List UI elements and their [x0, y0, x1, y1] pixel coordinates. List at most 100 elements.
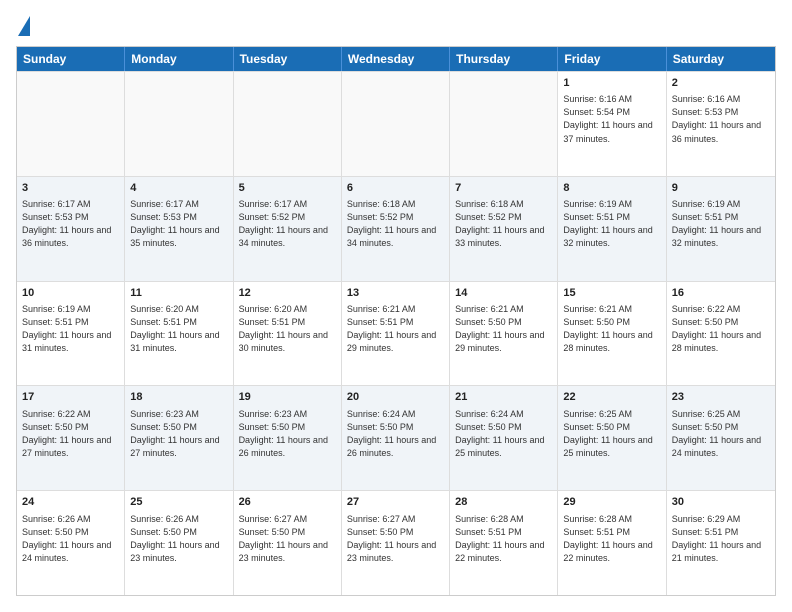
calendar-cell: 22 Sunrise: 6:25 AMSunset: 5:50 PMDayligh… [558, 386, 666, 490]
cell-sun-info: Sunrise: 6:26 AMSunset: 5:50 PMDaylight:… [130, 513, 227, 565]
calendar-cell [17, 72, 125, 176]
calendar-header: Sunday Monday Tuesday Wednesday Thursday… [17, 47, 775, 71]
calendar-cell: 29 Sunrise: 6:28 AMSunset: 5:51 PMDayligh… [558, 491, 666, 595]
calendar-row: 3Sunrise: 6:17 AMSunset: 5:53 PMDaylight… [17, 176, 775, 281]
cell-sun-info: Sunrise: 6:21 AMSunset: 5:50 PMDaylight:… [455, 303, 552, 355]
cell-sun-info: Sunrise: 6:24 AMSunset: 5:50 PMDaylight:… [347, 408, 444, 460]
day-number: 22 [563, 390, 660, 405]
cell-sun-info: Sunrise: 6:25 AMSunset: 5:50 PMDaylight:… [563, 408, 660, 460]
calendar-cell: 11Sunrise: 6:20 AMSunset: 5:51 PMDayligh… [125, 282, 233, 386]
day-number: 19 [239, 390, 336, 405]
calendar-cell: 16Sunrise: 6:22 AMSunset: 5:50 PMDayligh… [667, 282, 775, 386]
calendar-cell [234, 72, 342, 176]
calendar-cell: 10 Sunrise: 6:19 AMSunset: 5:51 PMDayligh… [17, 282, 125, 386]
calendar-row: 24 Sunrise: 6:26 AMSunset: 5:50 PMDayligh… [17, 490, 775, 595]
cell-sun-info: Sunrise: 6:27 AMSunset: 5:50 PMDaylight:… [347, 513, 444, 565]
day-number: 4 [130, 181, 227, 196]
calendar-cell: 20 Sunrise: 6:24 AMSunset: 5:50 PMDayligh… [342, 386, 450, 490]
day-number: 16 [672, 286, 770, 301]
day-number: 10 [22, 286, 119, 301]
header-tuesday: Tuesday [234, 47, 342, 71]
header-monday: Monday [125, 47, 233, 71]
day-number: 12 [239, 286, 336, 301]
day-number: 13 [347, 286, 444, 301]
calendar-cell: 28Sunrise: 6:28 AMSunset: 5:51 PMDayligh… [450, 491, 558, 595]
cell-sun-info: Sunrise: 6:25 AMSunset: 5:50 PMDaylight:… [672, 408, 770, 460]
logo-triangle-icon [18, 16, 30, 36]
header-thursday: Thursday [450, 47, 558, 71]
calendar-cell: 12 Sunrise: 6:20 AMSunset: 5:51 PMDayligh… [234, 282, 342, 386]
cell-sun-info: Sunrise: 6:18 AMSunset: 5:52 PMDaylight:… [455, 198, 552, 250]
cell-sun-info: Sunrise: 6:28 AMSunset: 5:51 PMDaylight:… [563, 513, 660, 565]
cell-sun-info: Sunrise: 6:26 AMSunset: 5:50 PMDaylight:… [22, 513, 119, 565]
cell-sun-info: Sunrise: 6:19 AMSunset: 5:51 PMDaylight:… [563, 198, 660, 250]
cell-sun-info: Sunrise: 6:16 AMSunset: 5:54 PMDaylight:… [563, 93, 660, 145]
header [16, 16, 776, 36]
day-number: 5 [239, 181, 336, 196]
cell-sun-info: Sunrise: 6:29 AMSunset: 5:51 PMDaylight:… [672, 513, 770, 565]
calendar-cell: 17 Sunrise: 6:22 AMSunset: 5:50 PMDayligh… [17, 386, 125, 490]
calendar-cell: 21 Sunrise: 6:24 AMSunset: 5:50 PMDayligh… [450, 386, 558, 490]
day-number: 15 [563, 286, 660, 301]
day-number: 17 [22, 390, 119, 405]
day-number: 30 [672, 495, 770, 510]
day-number: 21 [455, 390, 552, 405]
day-number: 7 [455, 181, 552, 196]
calendar-cell: 8 Sunrise: 6:19 AMSunset: 5:51 PMDaylight… [558, 177, 666, 281]
page: Sunday Monday Tuesday Wednesday Thursday… [0, 0, 792, 612]
calendar-row: 17 Sunrise: 6:22 AMSunset: 5:50 PMDayligh… [17, 385, 775, 490]
cell-sun-info: Sunrise: 6:16 AMSunset: 5:53 PMDaylight:… [672, 93, 770, 145]
calendar: Sunday Monday Tuesday Wednesday Thursday… [16, 46, 776, 596]
header-wednesday: Wednesday [342, 47, 450, 71]
calendar-cell: 9Sunrise: 6:19 AMSunset: 5:51 PMDaylight… [667, 177, 775, 281]
calendar-row: 10 Sunrise: 6:19 AMSunset: 5:51 PMDayligh… [17, 281, 775, 386]
calendar-cell: 19 Sunrise: 6:23 AMSunset: 5:50 PMDayligh… [234, 386, 342, 490]
day-number: 11 [130, 286, 227, 301]
calendar-row: 1 Sunrise: 6:16 AMSunset: 5:54 PMDaylight… [17, 71, 775, 176]
logo [16, 16, 30, 36]
cell-sun-info: Sunrise: 6:28 AMSunset: 5:51 PMDaylight:… [455, 513, 552, 565]
day-number: 9 [672, 181, 770, 196]
cell-sun-info: Sunrise: 6:24 AMSunset: 5:50 PMDaylight:… [455, 408, 552, 460]
calendar-cell: 26 Sunrise: 6:27 AMSunset: 5:50 PMDayligh… [234, 491, 342, 595]
cell-sun-info: Sunrise: 6:23 AMSunset: 5:50 PMDaylight:… [239, 408, 336, 460]
day-number: 27 [347, 495, 444, 510]
cell-sun-info: Sunrise: 6:17 AMSunset: 5:53 PMDaylight:… [22, 198, 119, 250]
calendar-cell: 6 Sunrise: 6:18 AMSunset: 5:52 PMDaylight… [342, 177, 450, 281]
calendar-cell: 3Sunrise: 6:17 AMSunset: 5:53 PMDaylight… [17, 177, 125, 281]
day-number: 2 [672, 76, 770, 91]
cell-sun-info: Sunrise: 6:17 AMSunset: 5:53 PMDaylight:… [130, 198, 227, 250]
cell-sun-info: Sunrise: 6:22 AMSunset: 5:50 PMDaylight:… [22, 408, 119, 460]
calendar-cell: 2 Sunrise: 6:16 AMSunset: 5:53 PMDaylight… [667, 72, 775, 176]
calendar-cell: 7 Sunrise: 6:18 AMSunset: 5:52 PMDaylight… [450, 177, 558, 281]
calendar-cell: 13 Sunrise: 6:21 AMSunset: 5:51 PMDayligh… [342, 282, 450, 386]
day-number: 1 [563, 76, 660, 91]
calendar-cell [450, 72, 558, 176]
calendar-cell: 30 Sunrise: 6:29 AMSunset: 5:51 PMDayligh… [667, 491, 775, 595]
cell-sun-info: Sunrise: 6:18 AMSunset: 5:52 PMDaylight:… [347, 198, 444, 250]
day-number: 23 [672, 390, 770, 405]
calendar-cell: 1 Sunrise: 6:16 AMSunset: 5:54 PMDaylight… [558, 72, 666, 176]
day-number: 29 [563, 495, 660, 510]
day-number: 20 [347, 390, 444, 405]
cell-sun-info: Sunrise: 6:20 AMSunset: 5:51 PMDaylight:… [239, 303, 336, 355]
calendar-cell: 5 Sunrise: 6:17 AMSunset: 5:52 PMDaylight… [234, 177, 342, 281]
calendar-cell: 23 Sunrise: 6:25 AMSunset: 5:50 PMDayligh… [667, 386, 775, 490]
day-number: 26 [239, 495, 336, 510]
cell-sun-info: Sunrise: 6:27 AMSunset: 5:50 PMDaylight:… [239, 513, 336, 565]
cell-sun-info: Sunrise: 6:21 AMSunset: 5:51 PMDaylight:… [347, 303, 444, 355]
calendar-cell: 25Sunrise: 6:26 AMSunset: 5:50 PMDayligh… [125, 491, 233, 595]
calendar-cell: 27 Sunrise: 6:27 AMSunset: 5:50 PMDayligh… [342, 491, 450, 595]
header-saturday: Saturday [667, 47, 775, 71]
day-number: 24 [22, 495, 119, 510]
cell-sun-info: Sunrise: 6:21 AMSunset: 5:50 PMDaylight:… [563, 303, 660, 355]
calendar-cell: 15 Sunrise: 6:21 AMSunset: 5:50 PMDayligh… [558, 282, 666, 386]
calendar-cell: 4 Sunrise: 6:17 AMSunset: 5:53 PMDaylight… [125, 177, 233, 281]
calendar-cell [342, 72, 450, 176]
cell-sun-info: Sunrise: 6:23 AMSunset: 5:50 PMDaylight:… [130, 408, 227, 460]
day-number: 8 [563, 181, 660, 196]
calendar-cell: 18Sunrise: 6:23 AMSunset: 5:50 PMDayligh… [125, 386, 233, 490]
cell-sun-info: Sunrise: 6:19 AMSunset: 5:51 PMDaylight:… [22, 303, 119, 355]
day-number: 6 [347, 181, 444, 196]
cell-sun-info: Sunrise: 6:17 AMSunset: 5:52 PMDaylight:… [239, 198, 336, 250]
